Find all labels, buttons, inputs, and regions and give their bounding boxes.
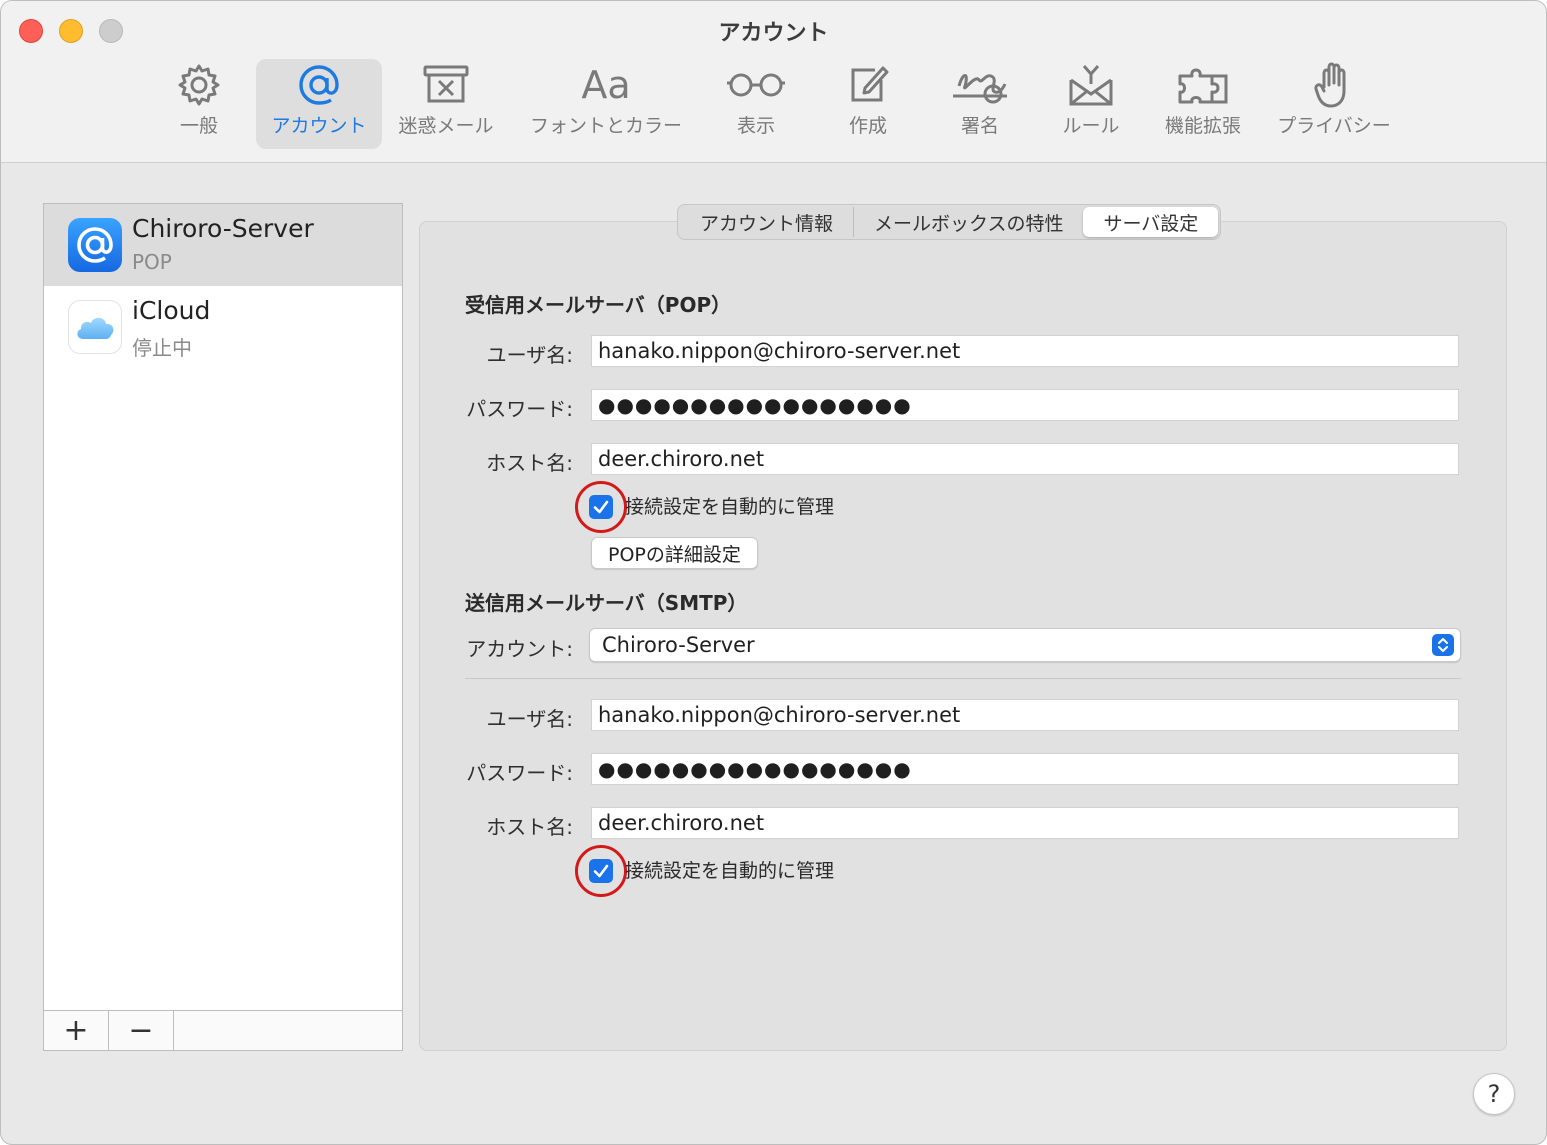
incoming-host-label: ホスト名: (486, 451, 573, 475)
tab-account-info[interactable]: アカウント情報 (680, 207, 855, 237)
incoming-auto-manage-label: 接続設定を自動的に管理 (625, 496, 835, 518)
account-name: Chiroro-Server (132, 214, 314, 243)
preferences-window: アカウント 一般 アカウント 迷惑メール Aa フォントとカラー 表示 作成 署… (0, 0, 1547, 1145)
outgoing-account-value: Chiroro-Server (602, 633, 755, 657)
tab-server-settings[interactable]: サーバ設定 (1083, 207, 1219, 237)
tab-rules-label: ルール (1062, 115, 1120, 137)
tab-signatures-label: 署名 (960, 115, 999, 137)
window-title: アカウント (718, 21, 829, 46)
tab-rules[interactable]: ルール (1057, 59, 1125, 149)
account-status: 停止中 (132, 336, 192, 360)
tab-viewing-label: 表示 (736, 115, 775, 137)
incoming-password-label: パスワード: (466, 397, 573, 421)
incoming-host-field[interactable]: deer.chiroro.net (591, 443, 1459, 475)
tab-accounts-label: アカウント (271, 115, 367, 137)
outgoing-account-select[interactable]: Chiroro-Server (589, 628, 1461, 662)
tab-composing[interactable]: 作成 (837, 59, 899, 149)
account-row-chiroro-server[interactable]: Chiroro-Server POP (44, 204, 402, 286)
outgoing-password-label: パスワード: (466, 761, 573, 785)
tab-mailbox-behaviors[interactable]: メールボックスの特性 (854, 207, 1083, 237)
outgoing-account-label: アカウント: (466, 637, 573, 661)
tab-viewing[interactable]: 表示 (721, 59, 791, 149)
outgoing-auto-manage-label: 接続設定を自動的に管理 (625, 860, 835, 882)
outgoing-host-label: ホスト名: (486, 815, 573, 839)
checkmark-icon (593, 864, 609, 878)
incoming-auto-manage-checkbox[interactable] (589, 495, 613, 519)
account-tabs: アカウント情報 メールボックスの特性 サーバ設定 (677, 204, 1222, 240)
tab-privacy-label: プライバシー (1277, 115, 1391, 137)
font-icon: Aa (581, 59, 630, 111)
outgoing-auto-manage-checkbox[interactable] (589, 859, 613, 883)
tab-junk-mail-label: 迷惑メール (398, 115, 494, 137)
tab-general-label: 一般 (179, 115, 218, 137)
tab-extensions-label: 機能拡張 (1164, 115, 1241, 137)
puzzle-icon (1174, 59, 1232, 111)
outgoing-server-title: 送信用メールサーバ（SMTP） (465, 591, 748, 615)
account-list-footer: + − (44, 1010, 402, 1050)
tab-junk-mail[interactable]: 迷惑メール (394, 59, 498, 149)
icloud-icon (68, 300, 122, 354)
outgoing-host-field[interactable]: deer.chiroro.net (591, 807, 1459, 839)
tab-fonts-colors[interactable]: Aa フォントとカラー (523, 59, 689, 149)
account-list: Chiroro-Server POP iCloud 停止中 + − (43, 203, 403, 1051)
tab-accounts[interactable]: アカウント (256, 59, 382, 149)
tab-composing-label: 作成 (848, 115, 887, 137)
compose-icon (845, 59, 891, 111)
tab-privacy[interactable]: プライバシー (1269, 59, 1399, 149)
account-type: POP (132, 250, 172, 274)
incoming-username-label: ユーザ名: (486, 343, 573, 367)
outgoing-username-field[interactable]: hanako.nippon@chiroro-server.net (591, 699, 1459, 731)
outgoing-password-field[interactable]: ●●●●●●●●●●●●●●●●● (591, 753, 1459, 785)
font-icon-text: Aa (581, 63, 631, 107)
tab-extensions[interactable]: 機能拡張 (1159, 59, 1247, 149)
tab-general[interactable]: 一般 (169, 59, 229, 149)
outgoing-username-label: ユーザ名: (486, 707, 573, 731)
checkmark-icon (593, 500, 609, 514)
rules-envelope-icon (1066, 59, 1116, 111)
divider (465, 678, 1461, 679)
incoming-server-title: 受信用メールサーバ（POP） (465, 293, 732, 317)
account-row-icloud[interactable]: iCloud 停止中 (44, 286, 402, 368)
help-button[interactable]: ? (1473, 1073, 1515, 1115)
tab-fonts-colors-label: フォントとカラー (529, 115, 682, 137)
at-sign-icon (68, 218, 122, 272)
signature-icon (949, 59, 1011, 111)
pop-advanced-settings-button[interactable]: POPの詳細設定 (591, 537, 758, 569)
remove-account-button[interactable]: − (109, 1011, 174, 1050)
incoming-password-field[interactable]: ●●●●●●●●●●●●●●●●● (591, 389, 1459, 421)
gear-icon (176, 59, 222, 111)
incoming-username-field[interactable]: hanako.nippon@chiroro-server.net (591, 335, 1459, 367)
glasses-icon (724, 59, 788, 111)
hand-icon (1314, 59, 1354, 111)
tab-signatures[interactable]: 署名 (947, 59, 1013, 149)
add-account-button[interactable]: + (44, 1011, 109, 1050)
toolbar: アカウント 一般 アカウント 迷惑メール Aa フォントとカラー 表示 作成 署… (1, 1, 1546, 163)
junk-tray-icon (421, 59, 471, 111)
at-sign-icon (296, 59, 342, 111)
updown-chevron-icon (1432, 634, 1454, 656)
account-name: iCloud (132, 296, 211, 325)
